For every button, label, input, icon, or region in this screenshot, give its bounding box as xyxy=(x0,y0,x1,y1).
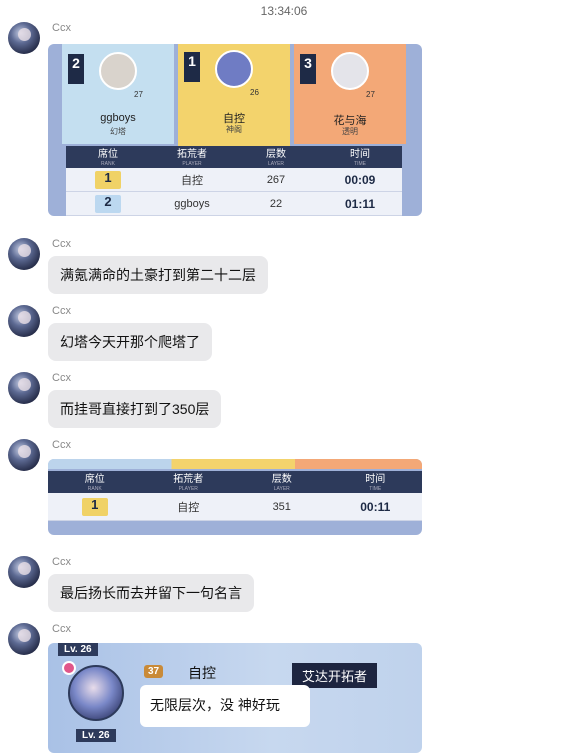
avatar[interactable] xyxy=(8,623,40,655)
sender-name: Ccx xyxy=(52,238,71,250)
table-row: 1 自控 351 00:11 xyxy=(48,493,422,521)
avatar[interactable] xyxy=(8,22,40,54)
table-header: 席位 RANK 拓荒者 PLAYER 层数 LAYER 时间 TIME xyxy=(48,471,422,493)
place-number: 2 xyxy=(68,54,84,84)
avatar[interactable] xyxy=(8,439,40,471)
player-avatar xyxy=(215,50,253,88)
sender-name: Ccx xyxy=(52,623,71,635)
message-bubble[interactable]: 幻塔今天开那个爬塔了 xyxy=(48,323,212,361)
sender-name: Ccx xyxy=(52,439,71,451)
cell-player: 自控 xyxy=(177,501,200,514)
message-text: Ccx 最后扬长而去并留下一句名言 xyxy=(8,556,558,616)
avatar[interactable] xyxy=(8,238,40,270)
place-number: 3 xyxy=(300,54,316,84)
player-level: 26 xyxy=(250,88,259,97)
player-portrait xyxy=(68,665,124,721)
player-quote: 无限层次，没 神好玩 xyxy=(140,685,310,727)
header-layer: 层数 LAYER xyxy=(266,149,286,167)
level-label-bottom: Lv. 26 xyxy=(76,729,116,742)
header-rank: 席位 RANK xyxy=(84,474,105,492)
cell-time: 01:11 xyxy=(344,196,376,211)
table-header: 席位 RANK 拓荒者 PLAYER 层数 LAYER 时间 TIME xyxy=(66,146,402,168)
avatar[interactable] xyxy=(8,305,40,337)
sender-name: Ccx xyxy=(52,305,71,317)
ranking-screenshot[interactable]: 席位 RANK 拓荒者 PLAYER 层数 LAYER 时间 TIME 1 自控 351… xyxy=(48,459,422,535)
message-ranking-card: Ccx 2 27 ggboys 幻塔 1 26 自控 神阁 3 27 花与海 透… xyxy=(8,22,558,222)
header-player: 拓荒者 PLAYER xyxy=(173,474,204,492)
message-text: Ccx 满氪满命的土豪打到第二十二层 xyxy=(8,238,558,298)
podium-third: 3 27 花与海 透明 xyxy=(294,44,406,144)
message-bubble[interactable]: 满氪满命的土豪打到第二十二层 xyxy=(48,256,268,294)
sender-name: Ccx xyxy=(52,372,71,384)
avatar[interactable] xyxy=(8,372,40,404)
ranking-screenshot[interactable]: 2 27 ggboys 幻塔 1 26 自控 神阁 3 27 花与海 透明 席位… xyxy=(48,44,422,216)
message-bubble[interactable]: 而挂哥直接打到了350层 xyxy=(48,390,222,428)
gender-female-icon xyxy=(62,661,76,675)
player-guild: 神阁 xyxy=(226,125,242,134)
avatar[interactable] xyxy=(8,556,40,588)
table-row: 1 自控 267 00:09 xyxy=(66,168,402,192)
table-row: 2 ggboys 22 01:11 xyxy=(66,192,402,216)
level-badge: 37 xyxy=(144,665,164,678)
header-player: 拓荒者 PLAYER xyxy=(177,149,207,167)
cell-time: 00:11 xyxy=(360,499,391,514)
cell-player: 自控 xyxy=(181,174,203,187)
message-bubble[interactable]: 最后扬长而去并留下一句名言 xyxy=(48,574,254,612)
rank-badge: 1 xyxy=(95,170,121,189)
player-name: ggboys xyxy=(100,112,136,124)
level-label-top: Lv. 26 xyxy=(58,643,98,656)
ranking-banner-strip xyxy=(48,459,422,469)
header-time: 时间 TIME xyxy=(350,149,370,167)
message-ranking-card: Ccx 席位 RANK 拓荒者 PLAYER 层数 LAYER 时间 TIME 1 自控… xyxy=(8,439,558,539)
profile-screenshot[interactable]: Lv. 26 Lv. 26 37 自控 艾达开拓者 无限层次，没 神好玩 xyxy=(48,643,422,753)
player-avatar xyxy=(331,52,369,90)
player-level: 27 xyxy=(366,90,375,99)
message-text: Ccx 幻塔今天开那个爬塔了 xyxy=(8,305,558,365)
message-text: Ccx 而挂哥直接打到了350层 xyxy=(8,372,558,432)
cell-layer: 267 xyxy=(266,173,286,186)
cell-layer: 22 xyxy=(269,197,283,210)
message-profile-card: Ccx Lv. 26 Lv. 26 37 自控 艾达开拓者 无限层次，没 神好玩 xyxy=(8,623,558,753)
rank-badge: 2 xyxy=(95,194,121,213)
player-avatar xyxy=(99,52,137,90)
rank-badge: 1 xyxy=(81,497,108,516)
sender-name: Ccx xyxy=(52,556,71,568)
player-guild: 幻塔 xyxy=(110,127,126,136)
podium-first: 1 26 自控 神阁 xyxy=(178,44,290,146)
ranking-table: 席位 RANK 拓荒者 PLAYER 层数 LAYER 时间 TIME 1 自控 351… xyxy=(48,471,422,521)
header-layer: 层数 LAYER xyxy=(271,474,292,492)
cell-time: 00:09 xyxy=(344,172,376,187)
player-guild: 透明 xyxy=(342,127,358,136)
header-time: 时间 TIME xyxy=(365,474,386,492)
header-rank: 席位 RANK xyxy=(98,149,118,167)
sender-name: Ccx xyxy=(52,22,71,34)
cell-layer: 351 xyxy=(272,500,291,513)
player-level: 27 xyxy=(134,90,143,99)
ranking-table: 席位 RANK 拓荒者 PLAYER 层数 LAYER 时间 TIME 1 自控 267… xyxy=(66,146,402,216)
player-name: 自控 xyxy=(188,665,216,681)
cell-player: ggboys xyxy=(174,197,210,210)
podium-second: 2 27 ggboys 幻塔 xyxy=(62,44,174,144)
timestamp: 13:34:06 xyxy=(260,4,308,18)
place-number: 1 xyxy=(184,52,200,82)
